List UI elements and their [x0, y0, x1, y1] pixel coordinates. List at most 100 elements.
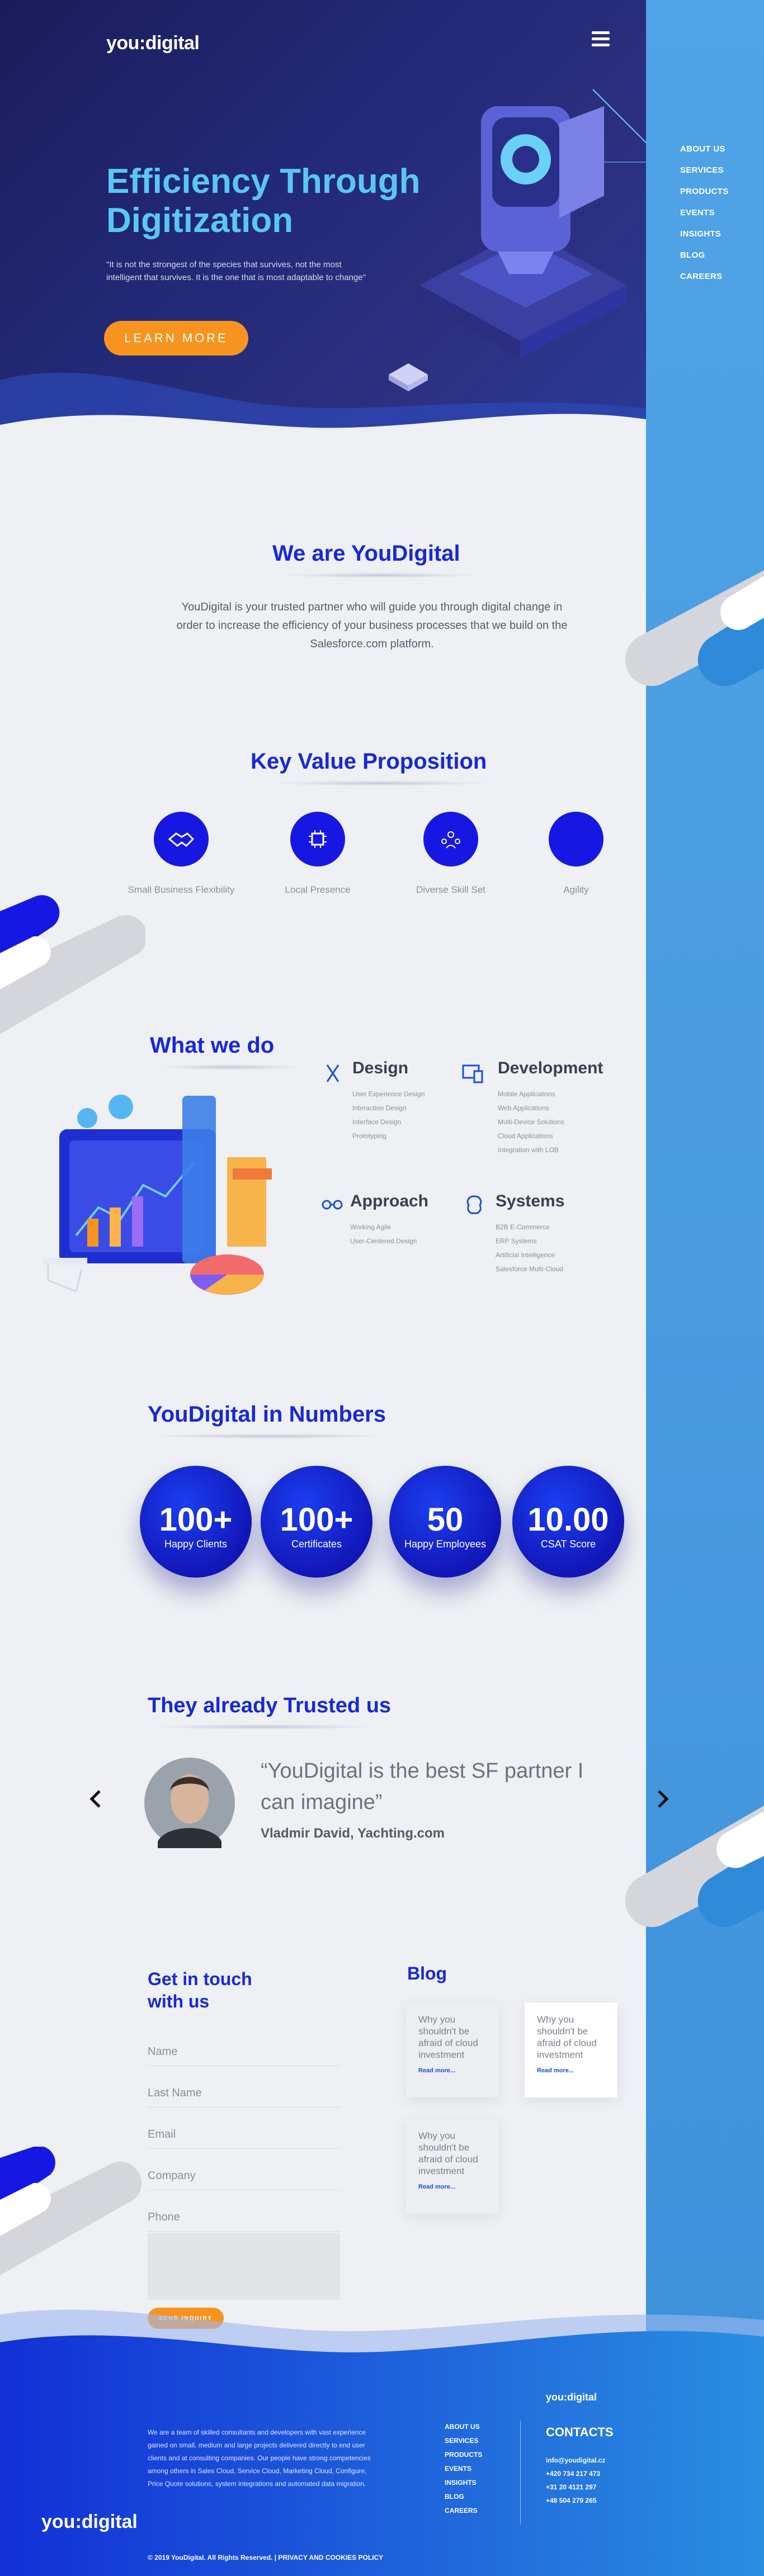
chip-icon [290, 812, 345, 866]
decorative-swoosh [625, 1806, 764, 1928]
brain-icon [466, 1195, 482, 1214]
read-more-link[interactable]: Read more... [537, 2067, 605, 2074]
company-field[interactable] [148, 2162, 340, 2190]
hero-wave [0, 372, 646, 447]
nav-item-insights[interactable]: INSIGHTS [680, 229, 729, 250]
contact-phone[interactable]: +420 734 217 473 [546, 2470, 605, 2483]
list-item: Mobile Applications [498, 1090, 555, 1098]
contact-email[interactable]: info@youdigital.cz [546, 2456, 605, 2470]
glasses-icon [322, 1200, 343, 1210]
title-underline [151, 1433, 386, 1439]
pencil-ruler-icon [326, 1064, 339, 1082]
avatar [144, 1758, 235, 1848]
learn-more-button[interactable]: LEARN MORE [104, 321, 248, 356]
menu-icon[interactable] [592, 31, 610, 47]
testimonials-title: They already Trusted us [148, 1694, 392, 1717]
read-more-link[interactable]: Read more... [418, 2067, 487, 2074]
decorative-swoosh [0, 2147, 142, 2275]
team-icon [423, 812, 478, 866]
contact-phone[interactable]: +48 504 279 265 [546, 2497, 605, 2510]
kvp-label: Agility [563, 884, 589, 895]
kvp-item: Diverse Skill Set [395, 812, 507, 897]
blog-card-text: Why you shouldn't be afraid of cloud inv… [418, 2014, 478, 2060]
footer-nav: ABOUT US SERVICES PRODUCTS EVENTS INSIGH… [445, 2423, 482, 2521]
name-field[interactable] [148, 2038, 340, 2066]
devices-icon [462, 1064, 483, 1083]
kvp-label: Diverse Skill Set [416, 884, 485, 895]
nav-item-products[interactable]: PRODUCTS [680, 187, 729, 208]
phone-field[interactable] [148, 2204, 340, 2232]
nav-item-blog[interactable]: BLOG [680, 250, 729, 272]
list-item: ERP Systems [496, 1237, 537, 1245]
footer-about-text: We are a team of skilled consultants and… [148, 2428, 371, 2488]
chevron-left-icon[interactable] [85, 1788, 107, 1810]
service-development: Development Mobile Applications Web Appl… [498, 1059, 603, 1160]
blog-card[interactable]: Why you shouldn't be afraid of cloud inv… [525, 2002, 617, 2097]
stat-label: Happy Employees [404, 1538, 487, 1550]
contact-title: Get in touch with us [148, 1969, 252, 2011]
footer-nav-blog[interactable]: BLOG [445, 2493, 482, 2507]
list-item: Integration with LOB [498, 1146, 559, 1154]
nav-item-about-us[interactable]: ABOUT US [680, 144, 729, 165]
nav-item-events[interactable]: EVENTS [680, 208, 729, 229]
footer-nav-services[interactable]: SERVICES [445, 2437, 482, 2451]
service-title: Design [352, 1059, 409, 1077]
logo[interactable]: you:digital [106, 32, 200, 54]
footer-logo[interactable]: you:digital [41, 2511, 138, 2533]
nav-item-careers[interactable]: CAREERS [680, 272, 729, 293]
list-item: User-Centered Design [350, 1237, 417, 1245]
numbers-title: YouDigital in Numbers [148, 1402, 386, 1427]
footer-logo-small: you:digital [546, 2392, 597, 2403]
about-title: We are YouDigital [272, 541, 460, 566]
contact-phone[interactable]: +31 20 4121 297 [546, 2483, 605, 2497]
stat-label: Certificates [291, 1538, 342, 1550]
service-design: Design User Experience Design Interactio… [352, 1059, 425, 1146]
title-underline [268, 780, 492, 786]
service-title: Systems [496, 1192, 565, 1210]
blog-card-text: Why you shouldn't be afraid of cloud inv… [418, 2130, 478, 2176]
stat-circle: 100+ Certificates [261, 1466, 372, 1578]
footer-nav-products[interactable]: PRODUCTS [445, 2451, 482, 2465]
kvp-title: Key Value Proposition [251, 749, 487, 774]
footer-nav-insights[interactable]: INSIGHTS [445, 2479, 482, 2493]
title-underline [157, 1064, 302, 1070]
email-field[interactable] [148, 2121, 340, 2149]
stat-circle: 50 Happy Employees [389, 1466, 501, 1578]
stat-value: 100+ [280, 1502, 353, 1538]
hero-quote: "It is not the strongest of the species … [106, 260, 366, 282]
blog-card[interactable]: Why you shouldn't be afraid of cloud inv… [406, 2002, 499, 2097]
footer-divider [520, 2421, 521, 2525]
agility-icon [549, 812, 603, 866]
blog-card[interactable]: Why you shouldn't be afraid of cloud inv… [406, 2119, 499, 2214]
decorative-swoosh [0, 895, 145, 1034]
copyright: © 2019 YouDigital. All Rights Reserved. … [148, 2554, 384, 2561]
hero-title: Efficiency Through Digitization [106, 162, 421, 240]
main-nav: ABOUT US SERVICES PRODUCTS EVENTS INSIGH… [680, 144, 729, 293]
list-item: User Experience Design [352, 1090, 425, 1098]
title-underline [151, 1724, 375, 1730]
service-title: Development [498, 1059, 603, 1077]
list-item: Working Agile [350, 1223, 392, 1231]
analytics-illustration [43, 1095, 272, 1295]
message-field[interactable] [148, 2233, 340, 2300]
last-name-field[interactable] [148, 2080, 340, 2108]
list-item: Web Applications [498, 1104, 549, 1112]
about-text: YouDigital is your trusted partner who w… [176, 601, 568, 650]
footer-nav-careers[interactable]: CAREERS [445, 2507, 482, 2521]
handshake-icon [154, 812, 209, 866]
stat-label: Happy Clients [164, 1538, 228, 1550]
chevron-right-icon[interactable] [651, 1788, 673, 1810]
read-more-link[interactable]: Read more... [418, 2184, 487, 2190]
footer-nav-events[interactable]: EVENTS [445, 2465, 482, 2479]
service-systems: Systems B2B E-Commerce ERP Systems Artif… [496, 1192, 564, 1279]
footer-nav-about-us[interactable]: ABOUT US [445, 2423, 482, 2437]
services-title: What we do [150, 1033, 275, 1058]
contacts-title: CONTACTS [546, 2425, 614, 2439]
testimonial-quote: “YouDigital is the best SF partner I can… [261, 1759, 584, 1814]
stat-circle: 100+ Happy Clients [140, 1466, 252, 1578]
nav-item-services[interactable]: SERVICES [680, 165, 729, 187]
stat-value: 50 [427, 1502, 464, 1538]
list-item: Salesforce Multi-Cloud [496, 1265, 563, 1273]
list-item: Cloud Applications [498, 1132, 553, 1140]
robot-illustration [389, 89, 646, 391]
